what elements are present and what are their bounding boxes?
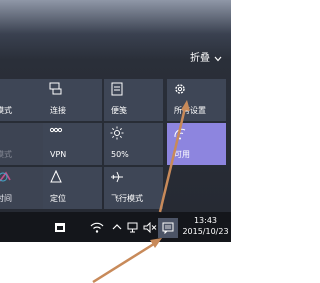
connect-icon (49, 82, 62, 95)
tile-all-settings[interactable]: 所有设置 (167, 79, 226, 121)
tile-label: 50% (111, 150, 129, 159)
tile-label: VPN (50, 150, 67, 159)
clock-time: 13:43 (193, 216, 218, 225)
arrow-to-action-center (92, 238, 162, 283)
action-center-button[interactable] (158, 218, 178, 238)
location-icon (50, 170, 62, 183)
tile-label: 便笺 (111, 106, 127, 115)
tile-connect[interactable]: 连接 (43, 79, 102, 121)
volume-mute-icon[interactable] (143, 222, 157, 233)
tile-vpn[interactable]: VPN (43, 123, 102, 165)
tile-label: 模式 (0, 150, 12, 159)
chevron-down-icon (214, 56, 222, 62)
tile-label: 所有设置 (174, 106, 206, 115)
tile-wifi[interactable]: 可用 (167, 123, 226, 165)
action-center-panel: 折叠 模式 连接 便笺 (0, 0, 231, 212)
network-icon[interactable] (127, 222, 140, 233)
brightness-icon (110, 126, 124, 140)
action-center-icon (162, 222, 174, 234)
tile-airplane-mode[interactable]: 飞行模式 (104, 167, 163, 209)
calendar-icon[interactable] (54, 221, 66, 233)
tile-label: 飞行模式 (111, 194, 143, 203)
note-icon (111, 82, 123, 96)
airplane-icon (111, 171, 123, 183)
tile-label: 模式 (0, 106, 12, 115)
tile-label: 时间 (0, 194, 12, 203)
collapse-label: 折叠 (190, 53, 210, 64)
tile-label: 连接 (50, 106, 66, 115)
tile-label: 可用 (174, 150, 190, 159)
clock-date: 2015/10/23 (182, 227, 229, 236)
wifi-icon (174, 128, 186, 140)
tile-label: 定位 (50, 194, 66, 203)
collapse-button[interactable]: 折叠 (190, 51, 223, 67)
tile-note[interactable]: 便笺 (104, 79, 163, 121)
quick-actions-grid: 模式 连接 便笺 所有设置 模式 (0, 79, 231, 212)
taskbar-clock[interactable]: 13:43 2015/10/23 (180, 215, 231, 237)
vpn-icon (49, 127, 63, 133)
gear-icon (175, 84, 185, 94)
tile-location[interactable]: 定位 (43, 167, 102, 209)
chevron-up-icon[interactable] (112, 223, 122, 231)
quiet-hours-icon (0, 171, 11, 182)
tile-brightness[interactable]: 50% (104, 123, 163, 165)
wifi-icon[interactable] (90, 222, 104, 233)
